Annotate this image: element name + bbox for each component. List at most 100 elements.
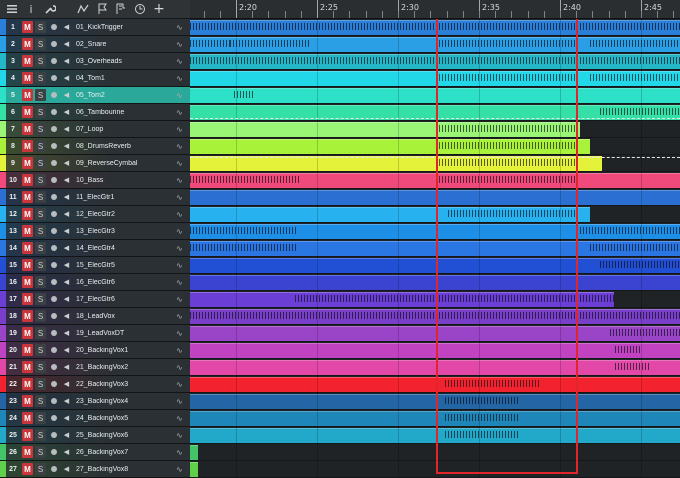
track-header[interactable]: 27 M S ◀ 27_BackingVox8 ∿: [0, 461, 190, 478]
mute-button[interactable]: M: [22, 55, 33, 67]
track-header[interactable]: 1 M S ◀ 01_KickTrigger ∿: [0, 19, 190, 36]
mute-button[interactable]: M: [22, 174, 33, 186]
track-header[interactable]: 26 M S ◀ 26_BackingVox7 ∿: [0, 444, 190, 461]
record-arm-button[interactable]: [48, 361, 59, 373]
track-lane[interactable]: [190, 121, 680, 138]
track-header[interactable]: 11 M S ◀ 11_ElecGtr1 ∿: [0, 189, 190, 206]
track-header[interactable]: 5 M S ◀ 05_Tom2 ∿: [0, 87, 190, 104]
track-name[interactable]: 07_Loop: [76, 126, 176, 133]
track-header[interactable]: 12 M S ◀ 12_ElecGtr2 ∿: [0, 206, 190, 223]
track-name[interactable]: 01_KickTrigger: [76, 24, 176, 31]
audio-clip[interactable]: [190, 394, 680, 409]
track-header[interactable]: 21 M S ◀ 21_BackingVox2 ∿: [0, 359, 190, 376]
mute-button[interactable]: M: [22, 259, 33, 271]
monitor-button[interactable]: ◀: [61, 225, 72, 237]
record-arm-button[interactable]: [48, 378, 59, 390]
track-name[interactable]: 15_ElecGtr5: [76, 262, 176, 269]
track-name[interactable]: 06_Tambourine: [76, 109, 176, 116]
solo-button[interactable]: S: [35, 412, 46, 424]
record-arm-button[interactable]: [48, 106, 59, 118]
mute-button[interactable]: M: [22, 293, 33, 305]
solo-button[interactable]: S: [35, 429, 46, 441]
track-lane[interactable]: [190, 342, 680, 359]
record-arm-button[interactable]: [48, 429, 59, 441]
mute-button[interactable]: M: [22, 38, 33, 50]
track-header[interactable]: 9 M S ◀ 09_ReverseCymbal ∿: [0, 155, 190, 172]
track-header[interactable]: 6 M S ◀ 06_Tambourine ∿: [0, 104, 190, 121]
track-name[interactable]: 18_LeadVox: [76, 313, 176, 320]
record-arm-button[interactable]: [48, 276, 59, 288]
solo-button[interactable]: S: [35, 140, 46, 152]
monitor-button[interactable]: ◀: [61, 157, 72, 169]
track-name[interactable]: 08_DrumsReverb: [76, 143, 176, 150]
marker-icon[interactable]: [113, 1, 129, 17]
monitor-button[interactable]: ◀: [61, 72, 72, 84]
track-lane[interactable]: [190, 240, 680, 257]
monitor-button[interactable]: ◀: [61, 55, 72, 67]
mute-button[interactable]: M: [22, 310, 33, 322]
track-lane[interactable]: [190, 53, 680, 70]
mute-button[interactable]: M: [22, 106, 33, 118]
track-name[interactable]: 12_ElecGtr2: [76, 211, 176, 218]
track-lane[interactable]: [190, 291, 680, 308]
automation-icon[interactable]: [75, 1, 91, 17]
mute-button[interactable]: M: [22, 344, 33, 356]
monitor-button[interactable]: ◀: [61, 242, 72, 254]
monitor-button[interactable]: ◀: [61, 412, 72, 424]
track-lane[interactable]: [190, 138, 680, 155]
audio-clip[interactable]: [190, 411, 680, 426]
track-name[interactable]: 02_Snare: [76, 41, 176, 48]
solo-button[interactable]: S: [35, 242, 46, 254]
track-name[interactable]: 22_BackingVox3: [76, 381, 176, 388]
solo-button[interactable]: S: [35, 344, 46, 356]
record-arm-button[interactable]: [48, 446, 59, 458]
monitor-button[interactable]: ◀: [61, 310, 72, 322]
audio-clip[interactable]: [190, 275, 680, 290]
track-lane[interactable]: [190, 206, 680, 223]
solo-button[interactable]: S: [35, 327, 46, 339]
record-arm-button[interactable]: [48, 412, 59, 424]
solo-button[interactable]: S: [35, 21, 46, 33]
record-arm-button[interactable]: [48, 225, 59, 237]
track-header[interactable]: 17 M S ◀ 17_ElecGtr6 ∿: [0, 291, 190, 308]
track-header[interactable]: 10 M S ◀ 10_Bass ∿: [0, 172, 190, 189]
solo-button[interactable]: S: [35, 191, 46, 203]
track-header[interactable]: 4 M S ◀ 04_Tom1 ∿: [0, 70, 190, 87]
monitor-button[interactable]: ◀: [61, 378, 72, 390]
track-name[interactable]: 09_ReverseCymbal: [76, 160, 176, 167]
flag-icon[interactable]: [94, 1, 110, 17]
track-name[interactable]: 05_Tom2: [76, 92, 176, 99]
track-name[interactable]: 04_Tom1: [76, 75, 176, 82]
solo-button[interactable]: S: [35, 55, 46, 67]
audio-clip[interactable]: [190, 343, 680, 358]
solo-button[interactable]: S: [35, 259, 46, 271]
solo-button[interactable]: S: [35, 446, 46, 458]
record-arm-button[interactable]: [48, 72, 59, 84]
mute-button[interactable]: M: [22, 208, 33, 220]
record-arm-button[interactable]: [48, 174, 59, 186]
monitor-button[interactable]: ◀: [61, 446, 72, 458]
track-header[interactable]: 3 M S ◀ 03_Overheads ∿: [0, 53, 190, 70]
track-lane[interactable]: [190, 427, 680, 444]
track-name[interactable]: 13_ElecGtr3: [76, 228, 176, 235]
solo-button[interactable]: S: [35, 378, 46, 390]
track-lane[interactable]: [190, 257, 680, 274]
monitor-button[interactable]: ◀: [61, 344, 72, 356]
record-arm-button[interactable]: [48, 123, 59, 135]
mute-button[interactable]: M: [22, 446, 33, 458]
clock-icon[interactable]: [132, 1, 148, 17]
track-name[interactable]: 20_BackingVox1: [76, 347, 176, 354]
mute-button[interactable]: M: [22, 242, 33, 254]
solo-button[interactable]: S: [35, 310, 46, 322]
mute-button[interactable]: M: [22, 123, 33, 135]
mute-button[interactable]: M: [22, 429, 33, 441]
track-header[interactable]: 18 M S ◀ 18_LeadVox ∿: [0, 308, 190, 325]
record-arm-button[interactable]: [48, 344, 59, 356]
track-name[interactable]: 19_LeadVoxDT: [76, 330, 176, 337]
monitor-button[interactable]: ◀: [61, 276, 72, 288]
mute-button[interactable]: M: [22, 157, 33, 169]
record-arm-button[interactable]: [48, 140, 59, 152]
timeline-ruler[interactable]: 2:20 2:25 2:30 2:35 2:40 2:45: [190, 0, 680, 19]
record-arm-button[interactable]: [48, 191, 59, 203]
solo-button[interactable]: S: [35, 395, 46, 407]
